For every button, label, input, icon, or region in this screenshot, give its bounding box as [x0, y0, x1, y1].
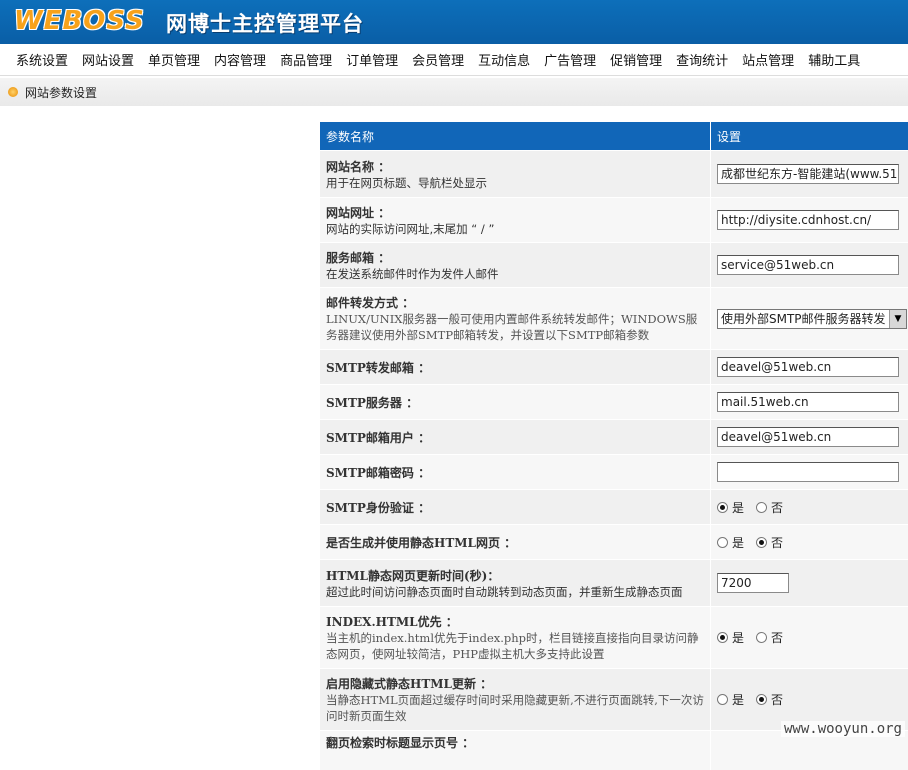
smtp-server-input[interactable]: mail.51web.cn — [717, 392, 899, 412]
param-desc: LINUX/UNIX服务器一般可使用内置邮件系统转发邮件；WINDOWS服务器建… — [326, 311, 704, 343]
param-name: SMTP邮箱用户 ： — [326, 429, 704, 446]
param-name: 网站名称 ： — [326, 158, 704, 175]
table-row: INDEX.HTML优先 ： 当主机的index.html优先于index.ph… — [320, 606, 908, 668]
static-html-yes-radio[interactable] — [717, 537, 728, 548]
column-header-name: 参数名称 — [320, 122, 711, 150]
table-row: HTML静态网页更新时间(秒)： 超过此时间访问静态页面时自动跳转到动态页面，并… — [320, 559, 908, 606]
nav-item-system-settings[interactable]: 系统设置 — [9, 50, 75, 69]
smtp-forward-email-input[interactable]: deavel@51web.cn — [717, 357, 899, 377]
radio-label-no: 否 — [771, 534, 783, 551]
param-name: HTML静态网页更新时间(秒)： — [326, 567, 704, 584]
param-desc: 当静态HTML页面超过缓存时间时采用隐藏更新,不进行页面跳转,下一次访问时新页面… — [326, 692, 704, 724]
smtp-password-input[interactable] — [717, 462, 899, 482]
radio-label-yes: 是 — [732, 534, 744, 551]
param-name: 启用隐藏式静态HTML更新 ： — [326, 675, 704, 692]
param-name: INDEX.HTML优先 ： — [326, 613, 704, 630]
mail-forward-selected: 使用外部SMTP邮件服务器转发 — [718, 310, 889, 327]
param-name: 是否生成并使用静态HTML网页 ： — [326, 534, 704, 551]
nav-item-order-management[interactable]: 订单管理 — [339, 50, 405, 69]
logo-text: WEBOSS — [14, 6, 145, 36]
index-html-no-radio[interactable] — [756, 632, 767, 643]
param-name: 翻页检索时标题显示页号 ： — [326, 734, 704, 751]
table-row: 网站名称 ： 用于在网页标题、导航栏处显示 成都世纪东方-智能建站(www.51… — [320, 150, 908, 197]
bullet-icon — [8, 87, 18, 97]
param-desc: 用于在网页标题、导航栏处显示 — [326, 175, 704, 191]
nav-item-ad-management[interactable]: 广告管理 — [537, 50, 603, 69]
breadcrumb: 网站参数设置 — [0, 78, 908, 106]
table-row: 网站网址 ： 网站的实际访问网址,末尾加 “ / ” http://diysit… — [320, 197, 908, 242]
nav-item-tools[interactable]: 辅助工具 — [801, 50, 867, 69]
service-email-input[interactable]: service@51web.cn — [717, 255, 899, 275]
param-desc: 在发送系统邮件时作为发件人邮件 — [326, 266, 704, 282]
table-row: 服务邮箱 ： 在发送系统邮件时作为发件人邮件 service@51web.cn — [320, 242, 908, 287]
radio-label-no: 否 — [771, 691, 783, 708]
param-name: SMTP邮箱密码 ： — [326, 464, 704, 481]
table-row: SMTP转发邮箱 ： deavel@51web.cn — [320, 349, 908, 384]
table-row: SMTP邮箱用户 ： deavel@51web.cn — [320, 419, 908, 454]
nav-item-page-management[interactable]: 单页管理 — [141, 50, 207, 69]
hidden-update-no-radio[interactable] — [756, 694, 767, 705]
static-html-radio-group: 是 否 — [717, 534, 795, 551]
watermark: www.wooyun.org — [781, 721, 905, 737]
param-desc: 超过此时间访问静态页面时自动跳转到动态页面，并重新生成静态页面 — [326, 584, 704, 600]
hidden-update-yes-radio[interactable] — [717, 694, 728, 705]
platform-title: 网博士主控管理平台 — [166, 8, 364, 38]
radio-label-yes: 是 — [732, 629, 744, 646]
nav-item-interaction[interactable]: 互动信息 — [471, 50, 537, 69]
chevron-down-icon[interactable]: ▼ — [889, 310, 906, 328]
radio-label-yes: 是 — [732, 499, 744, 516]
nav-item-content-management[interactable]: 内容管理 — [207, 50, 273, 69]
table-header: 参数名称 设置 — [320, 122, 908, 150]
param-name: SMTP服务器 ： — [326, 394, 704, 411]
table-row: SMTP身份验证 ： 是 否 — [320, 489, 908, 524]
table-row: 是否生成并使用静态HTML网页 ： 是 否 — [320, 524, 908, 559]
column-header-setting: 设置 — [711, 122, 908, 150]
index-html-radio-group: 是 否 — [717, 629, 795, 646]
main-nav: 系统设置 网站设置 单页管理 内容管理 商品管理 订单管理 会员管理 互动信息 … — [0, 44, 908, 76]
nav-item-promotion-management[interactable]: 促销管理 — [603, 50, 669, 69]
weboss-logo: WEBOSS — [14, 6, 145, 36]
table-row: SMTP邮箱密码 ： — [320, 454, 908, 489]
nav-item-query-statistics[interactable]: 查询统计 — [669, 50, 735, 69]
smtp-auth-yes-radio[interactable] — [717, 502, 728, 513]
hidden-update-radio-group: 是 否 — [717, 691, 795, 708]
smtp-user-input[interactable]: deavel@51web.cn — [717, 427, 899, 447]
site-name-input[interactable]: 成都世纪东方-智能建站(www.51w — [717, 164, 899, 184]
nav-item-site-settings[interactable]: 网站设置 — [75, 50, 141, 69]
table-row: 邮件转发方式 ： LINUX/UNIX服务器一般可使用内置邮件系统转发邮件；WI… — [320, 287, 908, 349]
nav-item-site-management[interactable]: 站点管理 — [735, 50, 801, 69]
param-desc: 当主机的index.html优先于index.php时，栏目链接直接指向目录访问… — [326, 630, 704, 662]
static-html-no-radio[interactable] — [756, 537, 767, 548]
param-name: SMTP转发邮箱 ： — [326, 359, 704, 376]
html-update-time-input[interactable]: 7200 — [717, 573, 789, 593]
settings-table: 参数名称 设置 网站名称 ： 用于在网页标题、导航栏处显示 成都世纪东方-智能建… — [320, 122, 908, 770]
radio-label-no: 否 — [771, 499, 783, 516]
param-name: 网站网址 ： — [326, 204, 704, 221]
param-name: 邮件转发方式 ： — [326, 294, 704, 311]
radio-label-yes: 是 — [732, 691, 744, 708]
nav-item-member-management[interactable]: 会员管理 — [405, 50, 471, 69]
param-name: 服务邮箱 ： — [326, 249, 704, 266]
smtp-auth-radio-group: 是 否 — [717, 499, 795, 516]
nav-item-product-management[interactable]: 商品管理 — [273, 50, 339, 69]
index-html-yes-radio[interactable] — [717, 632, 728, 643]
mail-forward-select[interactable]: 使用外部SMTP邮件服务器转发 ▼ — [717, 309, 907, 329]
table-row: SMTP服务器 ： mail.51web.cn — [320, 384, 908, 419]
breadcrumb-current: 网站参数设置 — [25, 84, 97, 101]
site-url-input[interactable]: http://diysite.cdnhost.cn/ — [717, 210, 899, 230]
app-header: WEBOSS 网博士主控管理平台 — [0, 0, 908, 44]
param-name: SMTP身份验证 ： — [326, 499, 704, 516]
param-desc: 网站的实际访问网址,末尾加 “ / ” — [326, 221, 704, 237]
smtp-auth-no-radio[interactable] — [756, 502, 767, 513]
radio-label-no: 否 — [771, 629, 783, 646]
